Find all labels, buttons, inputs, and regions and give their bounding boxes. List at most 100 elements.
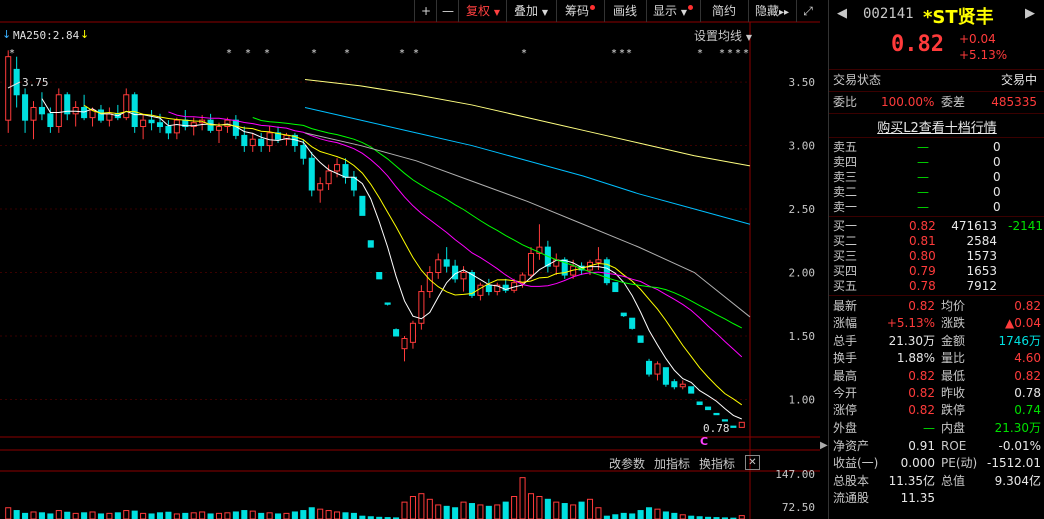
- kline-chart-area[interactable]: 3.50 3.00 2.50 2.00 1.50 1.00 * * * * * * * * * * * * * * * *…: [0, 0, 820, 519]
- event-star-icon: *: [400, 48, 405, 59]
- l2-purchase-link[interactable]: 购买L2查看十档行情: [829, 117, 1044, 136]
- volume-bar: [409, 496, 416, 519]
- y-tick-label: 1.00: [789, 393, 816, 406]
- buy-level-row: 买五 0.78 7912: [829, 279, 1044, 294]
- stat-label: 均价: [941, 299, 966, 313]
- volume-bar: [536, 496, 543, 519]
- volume-bar: [544, 498, 551, 519]
- candle-body: [72, 106, 79, 115]
- stat-value: 1.88%: [896, 351, 935, 366]
- candle-body: [47, 113, 54, 128]
- chouma-button[interactable]: 筹码: [556, 0, 603, 22]
- volume-bar: [266, 512, 273, 519]
- stat-label: 今开: [833, 386, 858, 400]
- buy-level-volume: 471613: [951, 219, 997, 233]
- event-star-icon: *: [246, 48, 251, 59]
- candle-body: [705, 406, 712, 411]
- stock-name: *ST贤丰: [923, 7, 994, 28]
- jianyue-button[interactable]: 简约: [700, 0, 747, 22]
- prev-stock-icon[interactable]: ◀: [837, 6, 847, 21]
- sell-level-row: 卖四 — 0: [829, 155, 1044, 170]
- candle-body: [654, 363, 661, 375]
- buy-level-price: 0.81: [909, 234, 936, 248]
- close-indicator-button[interactable]: ✕: [745, 455, 760, 470]
- stat-label: 内盘: [941, 420, 966, 435]
- diejia-label: 叠加: [514, 4, 539, 18]
- candle-body: [249, 138, 256, 147]
- event-star-icon: *: [698, 48, 703, 59]
- event-star-icon: *: [345, 48, 350, 59]
- stat-value: 4.60: [1014, 351, 1041, 366]
- buy-level-price: 0.82: [909, 219, 936, 233]
- stat-row: 涨停 0.82 跌停 0.74: [829, 403, 1044, 418]
- price-change-pct: +5.13%: [959, 48, 1008, 62]
- volume-bar: [215, 512, 223, 519]
- volume-bar: [55, 510, 62, 519]
- buy-level-price: 0.78: [909, 279, 936, 293]
- buy-level-volume: 2584: [966, 234, 997, 248]
- change-params-button[interactable]: 改参数: [609, 455, 645, 472]
- volume-bar: [654, 508, 661, 519]
- y-tick-label: 2.50: [789, 203, 816, 216]
- high-price-label: 3.75: [22, 76, 49, 89]
- y-tick-label: 2.00: [789, 267, 816, 280]
- xianshi-button[interactable]: 显示 ▼: [646, 0, 699, 22]
- kline-chart-svg[interactable]: 3.503.002.502.001.501.00* * * * * * * * * * * * * * * *…: [0, 0, 820, 519]
- volume-bar: [342, 512, 349, 519]
- candle-body: [300, 145, 307, 159]
- volume-bar: [570, 504, 577, 519]
- buy-level-volume: 1573: [966, 249, 997, 263]
- weicha-label: 委差: [941, 95, 966, 109]
- switch-indicator-button[interactable]: 换指标: [699, 455, 735, 472]
- candle-body: [334, 164, 341, 172]
- candle-body: [367, 240, 374, 248]
- dropdown-caret-icon: ▼: [493, 8, 500, 17]
- event-star-icon: *: [744, 48, 749, 59]
- candle-body: [620, 312, 627, 317]
- add-indicator-button[interactable]: 加指标: [654, 455, 690, 472]
- yincang-button[interactable]: 隐藏▸▸: [748, 0, 795, 22]
- volume-bar: [612, 514, 619, 519]
- stat-value: 0.82: [1014, 299, 1041, 313]
- candle-body: [81, 106, 88, 119]
- huaxian-button[interactable]: 画线: [604, 0, 645, 22]
- collapse-panel-icon[interactable]: ▶: [820, 440, 828, 460]
- volume-bar: [401, 501, 408, 519]
- volume-bar: [140, 512, 147, 519]
- ma-settings-label: 设置均线: [694, 29, 743, 43]
- y-tick-label: 1.50: [789, 330, 816, 343]
- candle-body: [55, 94, 62, 128]
- diejia-button[interactable]: 叠加 ▼: [506, 0, 555, 22]
- zoom-in-button[interactable]: +: [414, 0, 437, 22]
- volume-bar: [300, 510, 307, 519]
- stock-code: 002141: [863, 6, 914, 22]
- zoom-out-button[interactable]: —: [436, 0, 459, 22]
- stat-value: —: [923, 420, 935, 435]
- weicha-value: 485335: [991, 95, 1037, 109]
- volume-bar: [586, 498, 594, 519]
- sell-level-label: 卖三: [833, 170, 858, 184]
- candle-body: [22, 94, 29, 121]
- candle-body: [106, 113, 113, 121]
- buy-level-price: 0.80: [909, 249, 936, 263]
- candle-body: [342, 164, 349, 178]
- ma-settings-button[interactable]: 设置均线 ▼: [694, 27, 752, 44]
- fuquan-button[interactable]: 复权 ▼: [458, 0, 507, 22]
- stat-value: 11.35亿: [888, 473, 935, 488]
- event-marker[interactable]: C: [700, 435, 708, 448]
- volume-bar: [468, 503, 475, 519]
- candle-body: [595, 259, 602, 263]
- next-stock-icon[interactable]: ▶: [1025, 6, 1035, 21]
- sell-level-label: 卖一: [833, 200, 858, 214]
- buy-level-label: 买四: [833, 264, 858, 278]
- buy-level-row: 买三 0.80 1573: [829, 249, 1044, 264]
- volume-bar: [207, 513, 214, 519]
- stat-value: 11.35: [900, 491, 935, 505]
- candle-body: [730, 425, 737, 428]
- candle-body: [215, 126, 223, 131]
- stat-value: 0.82: [908, 403, 935, 418]
- buy-level-row: 买一 0.82 471613 -2141: [829, 219, 1044, 234]
- volume-bar: [258, 512, 265, 519]
- fullscreen-button[interactable]: ⤢: [796, 0, 819, 22]
- sell-level-row: 卖三 — 0: [829, 170, 1044, 185]
